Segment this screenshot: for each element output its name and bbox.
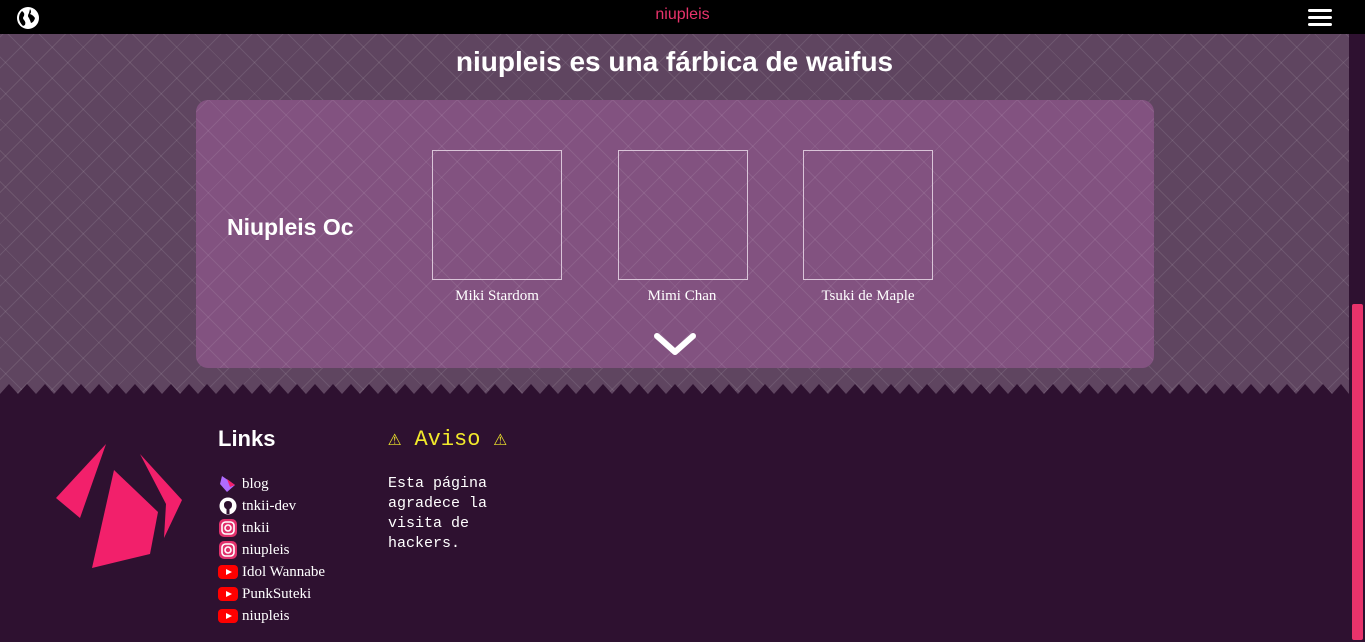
scrollbar-thumb[interactable]: [1352, 304, 1363, 640]
hamburger-menu-icon[interactable]: [1308, 9, 1332, 27]
youtube-icon: [218, 587, 238, 601]
instagram-icon: [219, 519, 237, 537]
oc-thumbnail-mimi[interactable]: [618, 150, 748, 280]
oc-label-tsuki[interactable]: Tsuki de Maple: [778, 288, 958, 305]
card-title: Niupleis Oc: [227, 214, 354, 240]
link-label: niupleis: [242, 541, 290, 558]
link-github[interactable]: tnkii-dev: [218, 496, 296, 516]
blog-icon: [220, 476, 235, 492]
link-youtube-idol-wannabe[interactable]: Idol Wannabe: [218, 562, 325, 582]
link-blog[interactable]: blog: [218, 474, 269, 494]
link-label: niupleis: [242, 607, 290, 624]
link-label: blog: [242, 475, 269, 492]
top-bar: niupleis: [0, 0, 1365, 34]
link-youtube-niupleis[interactable]: niupleis: [218, 606, 290, 626]
link-instagram-tnkii[interactable]: tnkii: [218, 518, 270, 538]
link-label: tnkii: [242, 519, 270, 536]
site-title[interactable]: niupleis: [0, 6, 1365, 24]
link-label: Idol Wannabe: [242, 563, 326, 580]
oc-label-miki[interactable]: Miki Stardom: [407, 288, 587, 305]
link-youtube-punksuteki[interactable]: PunkSuteki: [218, 584, 311, 604]
chevron-down-icon[interactable]: [653, 332, 697, 358]
youtube-icon: [218, 609, 238, 623]
page-headline: niupleis es una fárbica de waifus: [455, 46, 894, 77]
aviso-heading: ⚠ Aviso ⚠: [388, 427, 507, 452]
oc-thumbnail-tsuki[interactable]: [803, 150, 933, 280]
links-heading: Links: [218, 426, 276, 451]
niupleis-logo: [56, 444, 182, 568]
aviso-text: Esta página agradece la visita de hacker…: [388, 475, 488, 552]
youtube-icon: [218, 565, 238, 579]
link-label: PunkSuteki: [242, 585, 312, 602]
zigzag-divider: [0, 384, 1349, 402]
footer: Links blog tnkii-dev tnkii niupleis Idol…: [0, 400, 1349, 642]
link-label: tnkii-dev: [242, 497, 297, 514]
oc-label-mimi[interactable]: Mimi Chan: [592, 288, 772, 305]
oc-card: Niupleis Oc Miki Stardom Mimi Chan Tsuki…: [196, 100, 1154, 368]
oc-thumbnail-miki[interactable]: [432, 150, 562, 280]
link-instagram-niupleis[interactable]: niupleis: [218, 540, 290, 560]
instagram-icon: [219, 541, 237, 559]
github-icon: [219, 497, 237, 515]
